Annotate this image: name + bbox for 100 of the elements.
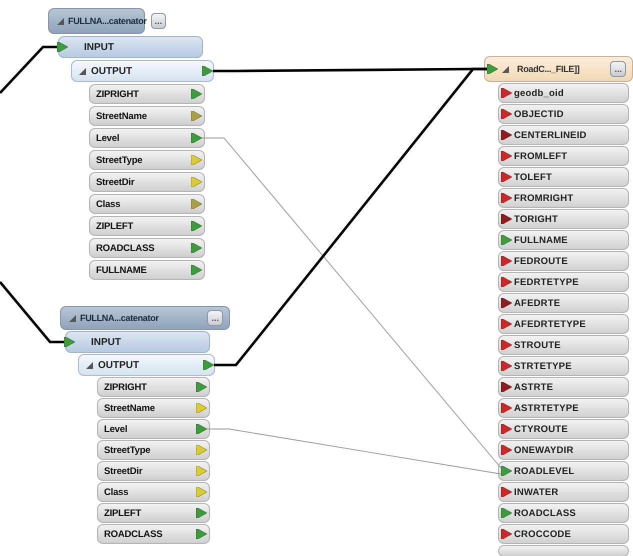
attribute-name: StreetName — [104, 402, 156, 414]
port-icon[interactable] — [501, 508, 512, 518]
port-icon[interactable] — [501, 172, 512, 182]
port-icon[interactable] — [501, 214, 512, 224]
attribute-name: STROUTE — [514, 340, 561, 350]
attribute-row[interactable]: AFEDRTETYPE — [498, 314, 629, 334]
collapse-triangle-icon[interactable] — [69, 314, 76, 322]
more-button[interactable]: ... — [610, 61, 626, 77]
writer-header[interactable]: RoadC..._FILE]] ... — [484, 56, 633, 82]
attribute-row[interactable]: ZIPLEFT — [89, 216, 205, 236]
attribute-row[interactable]: CROCCODE — [498, 524, 629, 544]
attribute-row[interactable]: StreetType — [97, 440, 210, 460]
attribute-row[interactable]: StreetName — [97, 398, 210, 418]
port-icon[interactable] — [501, 340, 512, 350]
attribute-row[interactable]: ROADCLASS — [498, 503, 629, 523]
port-icon[interactable] — [501, 298, 512, 308]
port-icon[interactable] — [191, 265, 202, 275]
attribute-name: ZIPRIGHT — [104, 382, 148, 392]
attribute-row[interactable]: STRTETYPE — [498, 356, 629, 376]
attribute-row[interactable]: FULLNAME — [498, 230, 629, 250]
port-icon[interactable] — [501, 529, 512, 539]
attribute-row[interactable]: ZIPLEFT — [97, 503, 210, 523]
port-icon[interactable] — [501, 109, 512, 119]
attribute-row[interactable]: Class — [89, 194, 205, 214]
attribute-row[interactable]: OBJECTID — [498, 104, 629, 124]
attribute-row[interactable]: ONEWAYDIR — [498, 440, 629, 460]
attribute-row[interactable]: ZIPRIGHT — [97, 377, 210, 397]
more-button[interactable]: ... — [150, 13, 166, 29]
port-icon[interactable] — [501, 361, 512, 371]
attribute-row[interactable]: INWATER — [498, 482, 629, 502]
attribute-row[interactable]: CTYROUTE — [498, 419, 629, 439]
more-button[interactable]: ... — [207, 310, 223, 326]
port-icon[interactable] — [191, 133, 202, 143]
port-icon[interactable] — [501, 130, 512, 140]
attribute-row[interactable]: Class — [97, 482, 210, 502]
attribute-row[interactable]: StreetDir — [89, 172, 205, 192]
port-icon[interactable] — [501, 403, 512, 413]
attribute-row[interactable]: FULLNAME — [89, 260, 205, 280]
attribute-row[interactable]: TOLEFT — [498, 167, 629, 187]
collapse-triangle-icon[interactable] — [79, 68, 86, 74]
port-icon[interactable] — [191, 243, 202, 253]
port-icon[interactable] — [196, 529, 207, 539]
attribute-row[interactable]: Level — [97, 419, 210, 439]
attribute-name: CROCCODE — [514, 528, 572, 540]
port-icon[interactable] — [501, 151, 512, 161]
port-icon[interactable] — [501, 277, 512, 287]
port-icon[interactable] — [501, 256, 512, 266]
attribute-row[interactable]: geodb_oid — [498, 83, 629, 103]
attribute-row[interactable]: ASTRTE — [498, 377, 629, 397]
attribute-row[interactable]: AFEDRTE — [498, 293, 629, 313]
port-icon[interactable] — [191, 221, 202, 231]
attribute-row[interactable]: FEDROUTE — [498, 251, 629, 271]
port-icon[interactable] — [501, 319, 512, 329]
attribute-row[interactable]: StreetDir — [97, 461, 210, 481]
attribute-row[interactable]: StreetName — [89, 106, 205, 126]
port-icon[interactable] — [501, 235, 512, 245]
port-icon[interactable] — [501, 466, 512, 476]
port-icon[interactable] — [501, 487, 512, 497]
transformer-header[interactable]: FULLNA...catenator ... — [60, 306, 230, 330]
input-port-row[interactable]: INPUT — [58, 36, 203, 58]
collapse-triangle-icon[interactable] — [57, 18, 64, 24]
port-icon[interactable] — [487, 64, 498, 74]
port-icon[interactable] — [191, 89, 202, 99]
collapse-triangle-icon[interactable] — [86, 362, 93, 368]
output-port-row[interactable]: OUTPUT — [78, 354, 215, 376]
attribute-row[interactable]: Level — [89, 128, 205, 148]
port-icon[interactable] — [501, 445, 512, 455]
attribute-row[interactable]: ZIPRIGHT — [89, 84, 205, 104]
port-label: INPUT — [91, 336, 121, 348]
attribute-row[interactable]: ROADLEVEL — [498, 461, 629, 481]
attribute-name: INWATER — [514, 486, 558, 498]
attribute-row[interactable]: TORIGHT — [498, 209, 629, 229]
attribute-row[interactable]: ROADCLASS — [89, 238, 205, 258]
input-port-row[interactable]: INPUT — [65, 331, 210, 353]
feature-connection-line[interactable] — [0, 281, 64, 344]
attribute-row[interactable]: ROADCLASS — [97, 524, 210, 544]
collapse-triangle-icon[interactable] — [502, 66, 509, 72]
output-port-row[interactable]: OUTPUT — [71, 60, 214, 82]
attribute-name: StreetDir — [96, 176, 136, 188]
port-icon[interactable] — [202, 66, 213, 76]
port-icon[interactable] — [196, 424, 207, 434]
attribute-row[interactable]: ASTRTETYPE — [498, 398, 629, 418]
attribute-row[interactable]: STROUTE — [498, 335, 629, 355]
attribute-row[interactable]: FROMLEFT — [498, 146, 629, 166]
attribute-name: ONEWAYDIR — [514, 444, 574, 456]
port-icon[interactable] — [501, 88, 512, 98]
port-icon[interactable] — [196, 382, 207, 392]
attribute-name: Level — [104, 424, 128, 434]
attribute-row[interactable]: FEDRTETYPE — [498, 272, 629, 292]
feature-connection-line[interactable] — [0, 46, 57, 94]
port-icon[interactable] — [501, 382, 512, 392]
attribute-row[interactable]: FROMRIGHT — [498, 188, 629, 208]
port-icon[interactable] — [203, 360, 214, 370]
port-icon[interactable] — [501, 193, 512, 203]
port-icon[interactable] — [501, 424, 512, 434]
feature-connection-line[interactable] — [214, 68, 487, 366]
port-icon[interactable] — [196, 508, 207, 518]
attribute-row[interactable]: CENTERLINEID — [498, 125, 629, 145]
attribute-row[interactable]: StreetType — [89, 150, 205, 170]
attribute-name: geodb_oid — [514, 88, 564, 98]
